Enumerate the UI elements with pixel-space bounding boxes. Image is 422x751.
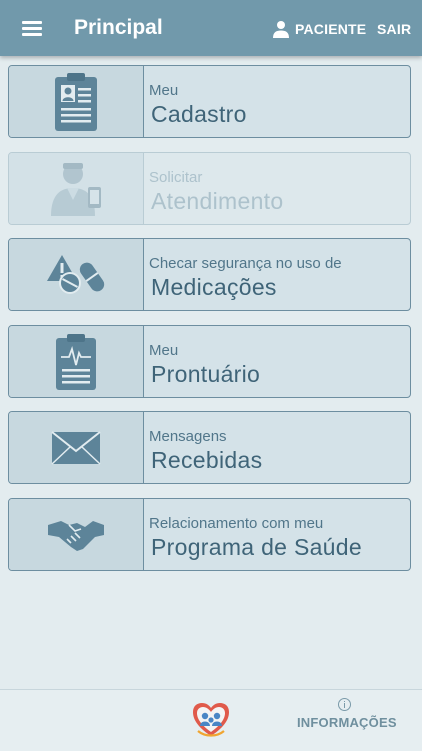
card-icon-area: [9, 412, 144, 483]
doctor-icon: [51, 162, 101, 216]
card-cadastro[interactable]: Meu Cadastro: [8, 65, 411, 138]
info-icon: [338, 698, 351, 711]
card-subtitle: Mensagens: [149, 428, 227, 445]
card-icon-area: [9, 326, 144, 397]
card-title: Programa de Saúde: [151, 534, 362, 560]
card-mensagens[interactable]: Mensagens Recebidas: [8, 411, 411, 484]
page-title: Principal: [74, 16, 163, 39]
logout-button[interactable]: SAIR: [377, 21, 411, 37]
info-button[interactable]: INFORMAÇÕES: [294, 698, 400, 740]
info-label: INFORMAÇÕES: [297, 715, 397, 730]
card-atendimento[interactable]: Solicitar Atendimento: [8, 152, 411, 225]
person-icon: [273, 21, 289, 38]
bottom-bar: INFORMAÇÕES: [0, 689, 422, 751]
card-title: Recebidas: [151, 447, 263, 473]
envelope-icon: [51, 430, 101, 465]
card-icon-area: [9, 66, 144, 137]
card-title: Atendimento: [151, 188, 284, 214]
card-icon-area: [9, 153, 144, 224]
card-subtitle: Solicitar: [149, 169, 203, 186]
card-prontuario[interactable]: Meu Prontuário: [8, 325, 411, 398]
patient-label: PACIENTE: [295, 21, 367, 37]
card-title: Cadastro: [151, 101, 247, 127]
id-card-icon: [55, 72, 97, 131]
card-subtitle: Meu: [149, 82, 179, 99]
card-icon-area: [9, 239, 144, 310]
card-subtitle: Meu: [149, 342, 179, 359]
heart-family-logo: [193, 703, 229, 737]
card-medicacoes[interactable]: Checar segurança no uso de Medicações: [8, 238, 411, 311]
card-subtitle: Relacionamento com meu: [149, 515, 324, 532]
medication-warning-icon: [47, 254, 105, 294]
menu-button[interactable]: [20, 16, 44, 40]
card-subtitle: Checar segurança no uso de: [149, 255, 342, 272]
card-title: Prontuário: [151, 361, 261, 387]
patient-button[interactable]: PACIENTE: [272, 18, 366, 40]
card-programa-saude[interactable]: Relacionamento com meu Programa de Saúde: [8, 498, 411, 571]
handshake-icon: [48, 520, 104, 551]
medical-record-icon: [56, 333, 96, 390]
card-title: Medicações: [151, 274, 277, 300]
app-bar: Principal PACIENTE SAIR: [0, 0, 422, 56]
card-icon-area: [9, 499, 144, 570]
